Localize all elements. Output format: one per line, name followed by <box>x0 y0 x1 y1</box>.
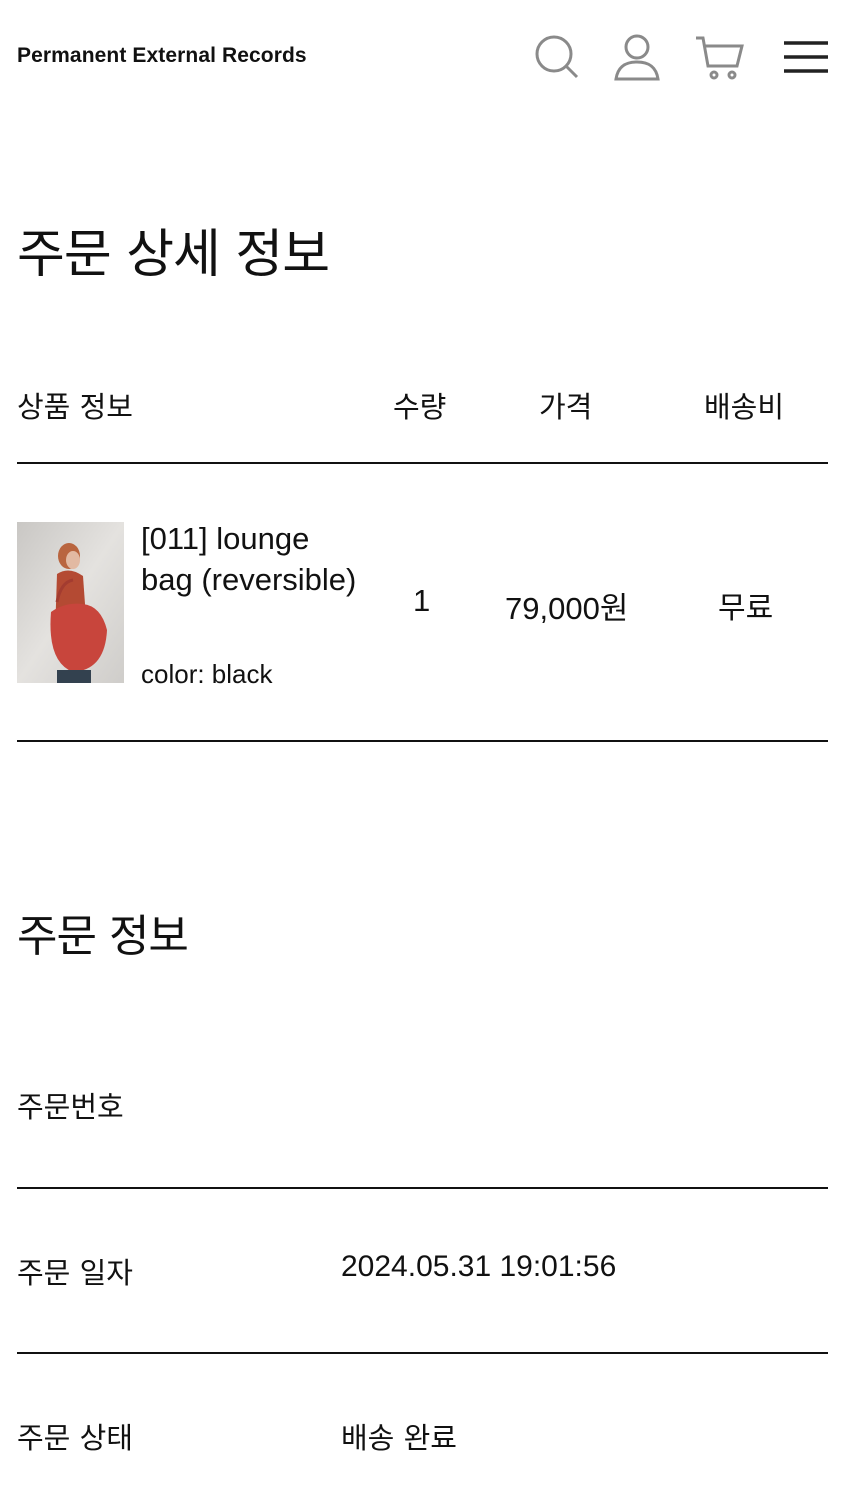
cart-icon[interactable] <box>694 32 744 82</box>
order-status-label: 주문 상태 <box>17 1421 133 1455</box>
column-header-price: 가격 <box>539 390 593 424</box>
column-header-quantity: 수량 <box>393 390 447 424</box>
menu-icon[interactable] <box>780 32 830 82</box>
column-header-product: 상품 정보 <box>17 390 133 424</box>
order-status-value: 배송 완료 <box>341 1421 457 1455</box>
order-date-divider <box>17 1352 828 1354</box>
user-icon[interactable] <box>612 32 662 82</box>
search-icon[interactable] <box>532 32 582 82</box>
column-header-shipping: 배송비 <box>704 390 785 424</box>
header: Permanent External Records <box>0 0 844 116</box>
product-quantity: 1 <box>413 583 431 618</box>
table-bottom-divider <box>17 740 828 742</box>
product-thumbnail[interactable] <box>17 522 124 683</box>
order-number-divider <box>17 1187 828 1189</box>
product-price: 79,000원 <box>505 591 629 626</box>
brand-logo[interactable]: Permanent External Records <box>17 44 307 68</box>
product-name[interactable]: [011] lounge bag (reversible) <box>141 518 361 600</box>
page-title: 주문 상세 정보 <box>17 225 330 285</box>
order-detail-page: Permanent External Records 주문 상세 정보 상품 정… <box>0 0 844 1500</box>
product-option: color: black <box>141 659 273 689</box>
order-date-value: 2024.05.31 19:01:56 <box>341 1250 617 1283</box>
product-shipping-fee: 무료 <box>718 591 774 626</box>
table-header-divider <box>17 462 828 464</box>
order-number-label: 주문번호 <box>17 1090 124 1124</box>
order-date-label: 주문 일자 <box>17 1256 133 1290</box>
order-info-title: 주문 정보 <box>17 911 189 962</box>
